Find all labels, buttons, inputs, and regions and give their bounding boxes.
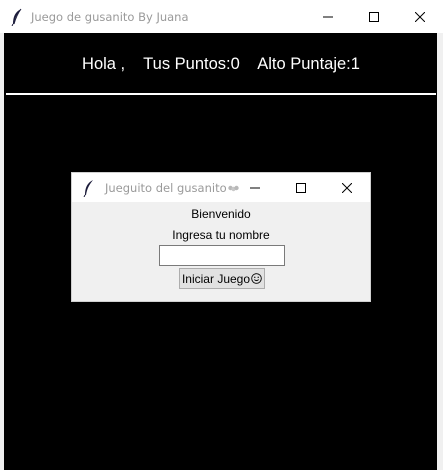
minimize-icon — [250, 187, 260, 188]
score-divider — [6, 93, 436, 95]
feather-icon — [5, 0, 29, 33]
maximize-button[interactable] — [351, 0, 397, 33]
dialog-close-button[interactable] — [324, 173, 370, 202]
start-game-label: Iniciar Juego — [181, 271, 251, 286]
feather-icon — [77, 173, 101, 202]
dialog-titlebar[interactable]: Jueguito del gusanito — [72, 173, 370, 202]
name-input[interactable] — [159, 245, 285, 266]
window-title: Juego de gusanito By Juana — [31, 9, 189, 24]
maximize-icon — [369, 11, 379, 22]
main-titlebar[interactable]: Juego de gusanito By Juana — [0, 0, 443, 33]
minimize-button[interactable] — [305, 0, 351, 33]
close-icon — [342, 182, 352, 193]
welcome-dialog: Jueguito del gusanito Bienvenido Ingresa… — [71, 172, 371, 302]
window-border — [437, 33, 443, 470]
dialog-maximize-button[interactable] — [278, 173, 324, 202]
close-button[interactable] — [397, 0, 443, 33]
maximize-icon — [296, 182, 306, 193]
welcome-label: Bienvenido — [191, 207, 251, 221]
dialog-title: Jueguito del gusanito — [105, 180, 227, 195]
name-prompt-label: Ingresa tu nombre — [172, 228, 270, 242]
score-label: Hola , Tus Puntos:0 Alto Puntaje:1 — [82, 55, 360, 73]
minimize-icon — [323, 16, 333, 17]
smiley-icon — [251, 273, 262, 284]
close-icon — [415, 11, 425, 22]
dialog-minimize-button[interactable] — [232, 173, 278, 202]
start-game-button[interactable]: Iniciar Juego — [179, 268, 265, 289]
